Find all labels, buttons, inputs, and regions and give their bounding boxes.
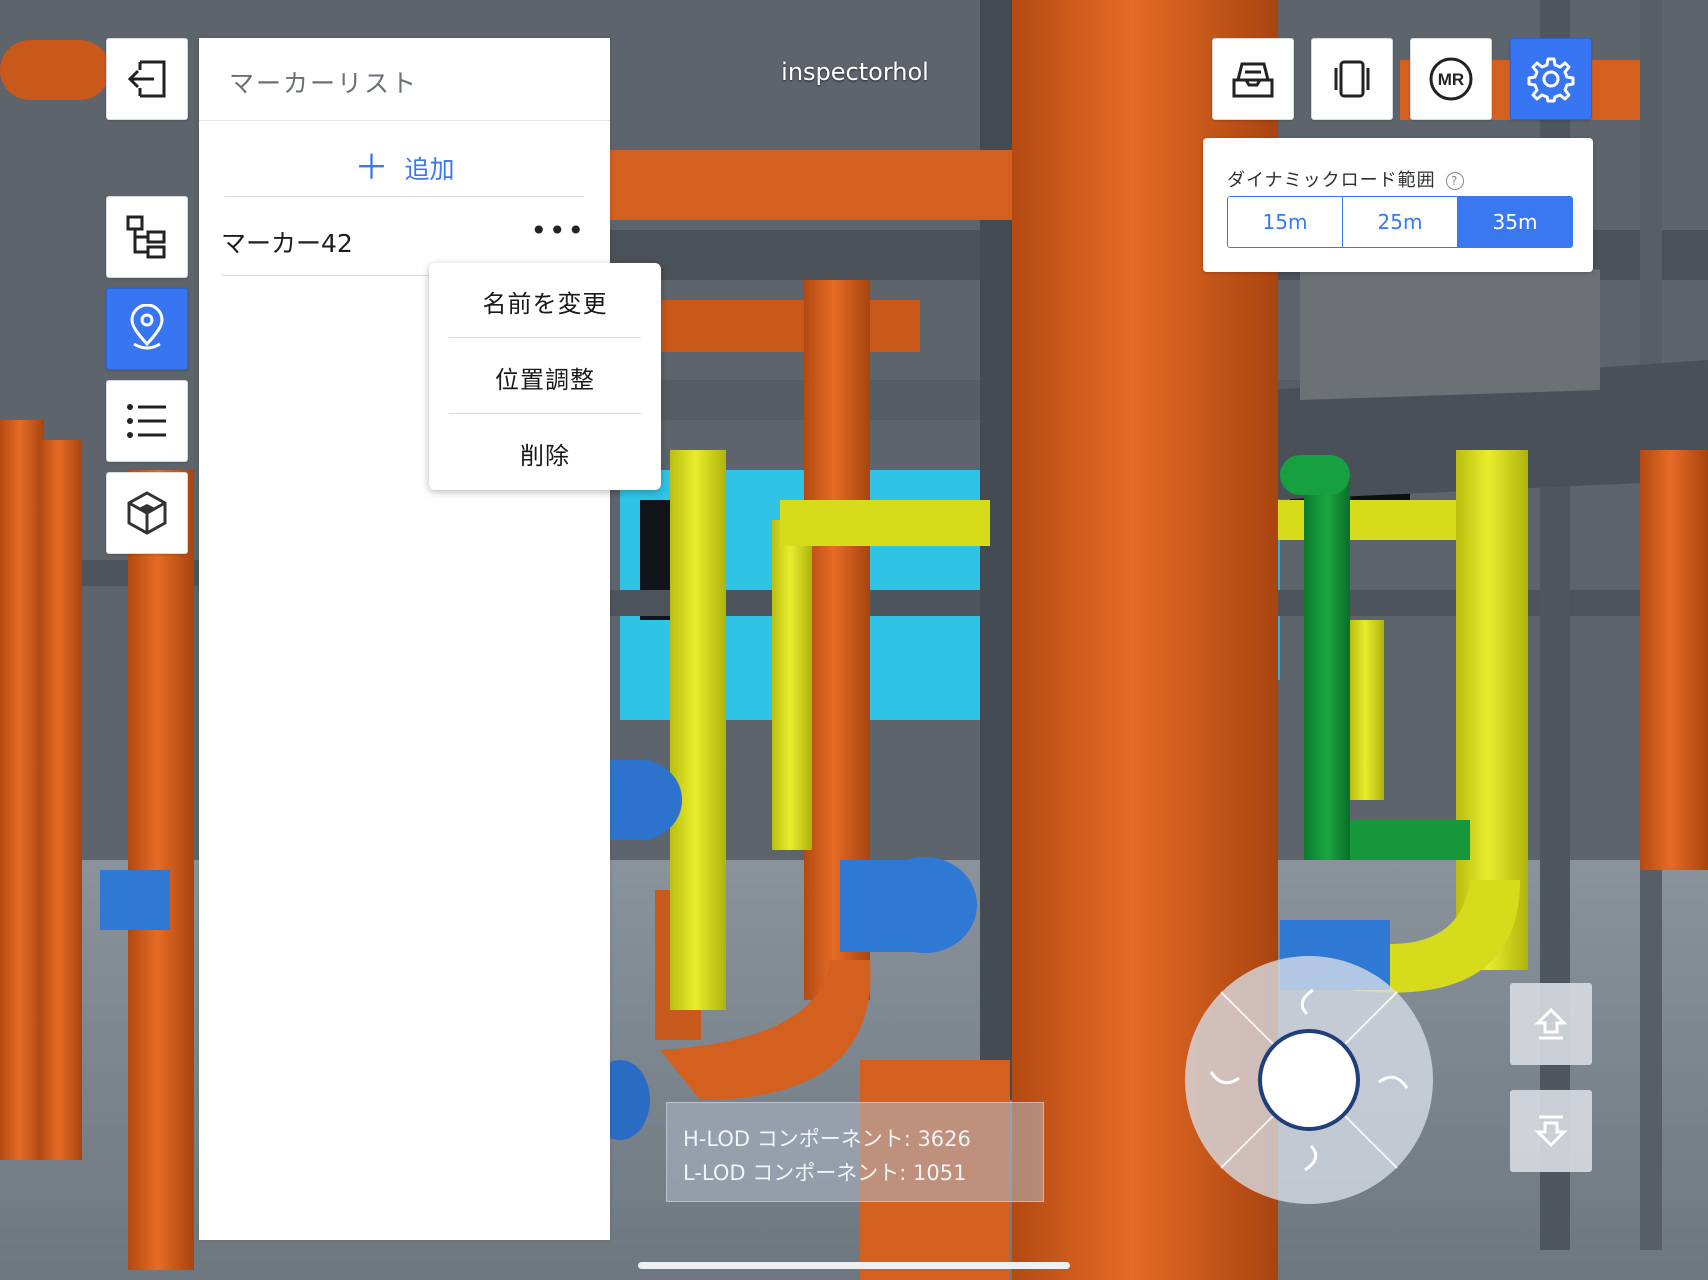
l-lod-count: L-LOD コンポーネント: 1051: [683, 1161, 967, 1185]
device-button[interactable]: [1311, 38, 1393, 120]
range-15m-button[interactable]: 15m: [1228, 197, 1343, 247]
inbox-button[interactable]: [1212, 38, 1294, 120]
home-indicator: [638, 1262, 1070, 1269]
list-icon: [127, 404, 166, 438]
range-35m-button[interactable]: 35m: [1458, 197, 1572, 247]
help-icon[interactable]: ?: [1445, 172, 1464, 190]
device-frame-icon: [1334, 60, 1370, 98]
joystick-knob[interactable]: [1258, 1029, 1360, 1131]
gear-icon: [1527, 57, 1575, 103]
h-lod-count: H-LOD コンポーネント: 3626: [683, 1127, 971, 1151]
marker-name: マーカー42: [221, 229, 353, 258]
model-button[interactable]: [106, 472, 188, 554]
dynamic-load-label: ダイナミックロード範囲?: [1227, 166, 1464, 192]
plus-icon: ＋: [354, 148, 389, 188]
add-marker-button[interactable]: ＋ 追加: [199, 138, 610, 198]
inbox-tray-icon: [1232, 62, 1274, 98]
range-segmented-control: 15m 25m 35m: [1227, 196, 1573, 248]
app-title: inspectorhol: [781, 58, 929, 86]
move-down-button[interactable]: [1510, 1090, 1592, 1172]
mr-button[interactable]: MR: [1410, 38, 1492, 120]
location-pin-icon: [130, 304, 164, 350]
delete-menu-item[interactable]: 削除: [429, 415, 661, 491]
lod-info-box: H-LOD コンポーネント: 3626 L-LOD コンポーネント: 1051: [666, 1102, 1044, 1202]
marker-context-menu: 名前を変更 位置調整 削除: [429, 263, 661, 490]
marker-button[interactable]: [106, 288, 188, 370]
more-options-icon[interactable]: •••: [530, 214, 586, 247]
move-up-button[interactable]: [1510, 983, 1592, 1065]
range-25m-button[interactable]: 25m: [1343, 197, 1458, 247]
cube-icon: [127, 491, 167, 535]
dynamic-load-panel: ダイナミックロード範囲? 15m 25m 35m: [1203, 138, 1593, 272]
exit-icon: [127, 60, 166, 98]
svg-text:MR: MR: [1438, 70, 1464, 89]
rename-menu-item[interactable]: 名前を変更: [429, 263, 661, 339]
divider: [449, 337, 641, 338]
tree-structure-icon: [126, 215, 166, 259]
arrow-down-icon: [1534, 1115, 1568, 1148]
settings-button[interactable]: [1510, 38, 1592, 120]
add-label: 追加: [404, 155, 455, 184]
panel-title: マーカーリスト: [229, 69, 419, 98]
marker-list-panel: マーカーリスト ＋ 追加 マーカー42 •••: [199, 38, 610, 1240]
tree-button[interactable]: [106, 196, 188, 278]
list-button[interactable]: [106, 380, 188, 462]
divider: [449, 413, 641, 414]
adjust-position-menu-item[interactable]: 位置調整: [429, 339, 661, 415]
arrow-up-icon: [1534, 1007, 1568, 1040]
mr-icon: MR: [1429, 57, 1473, 101]
exit-button[interactable]: [106, 38, 188, 120]
navigation-joystick[interactable]: [1183, 954, 1435, 1206]
divider: [199, 120, 610, 121]
divider: [225, 196, 584, 197]
